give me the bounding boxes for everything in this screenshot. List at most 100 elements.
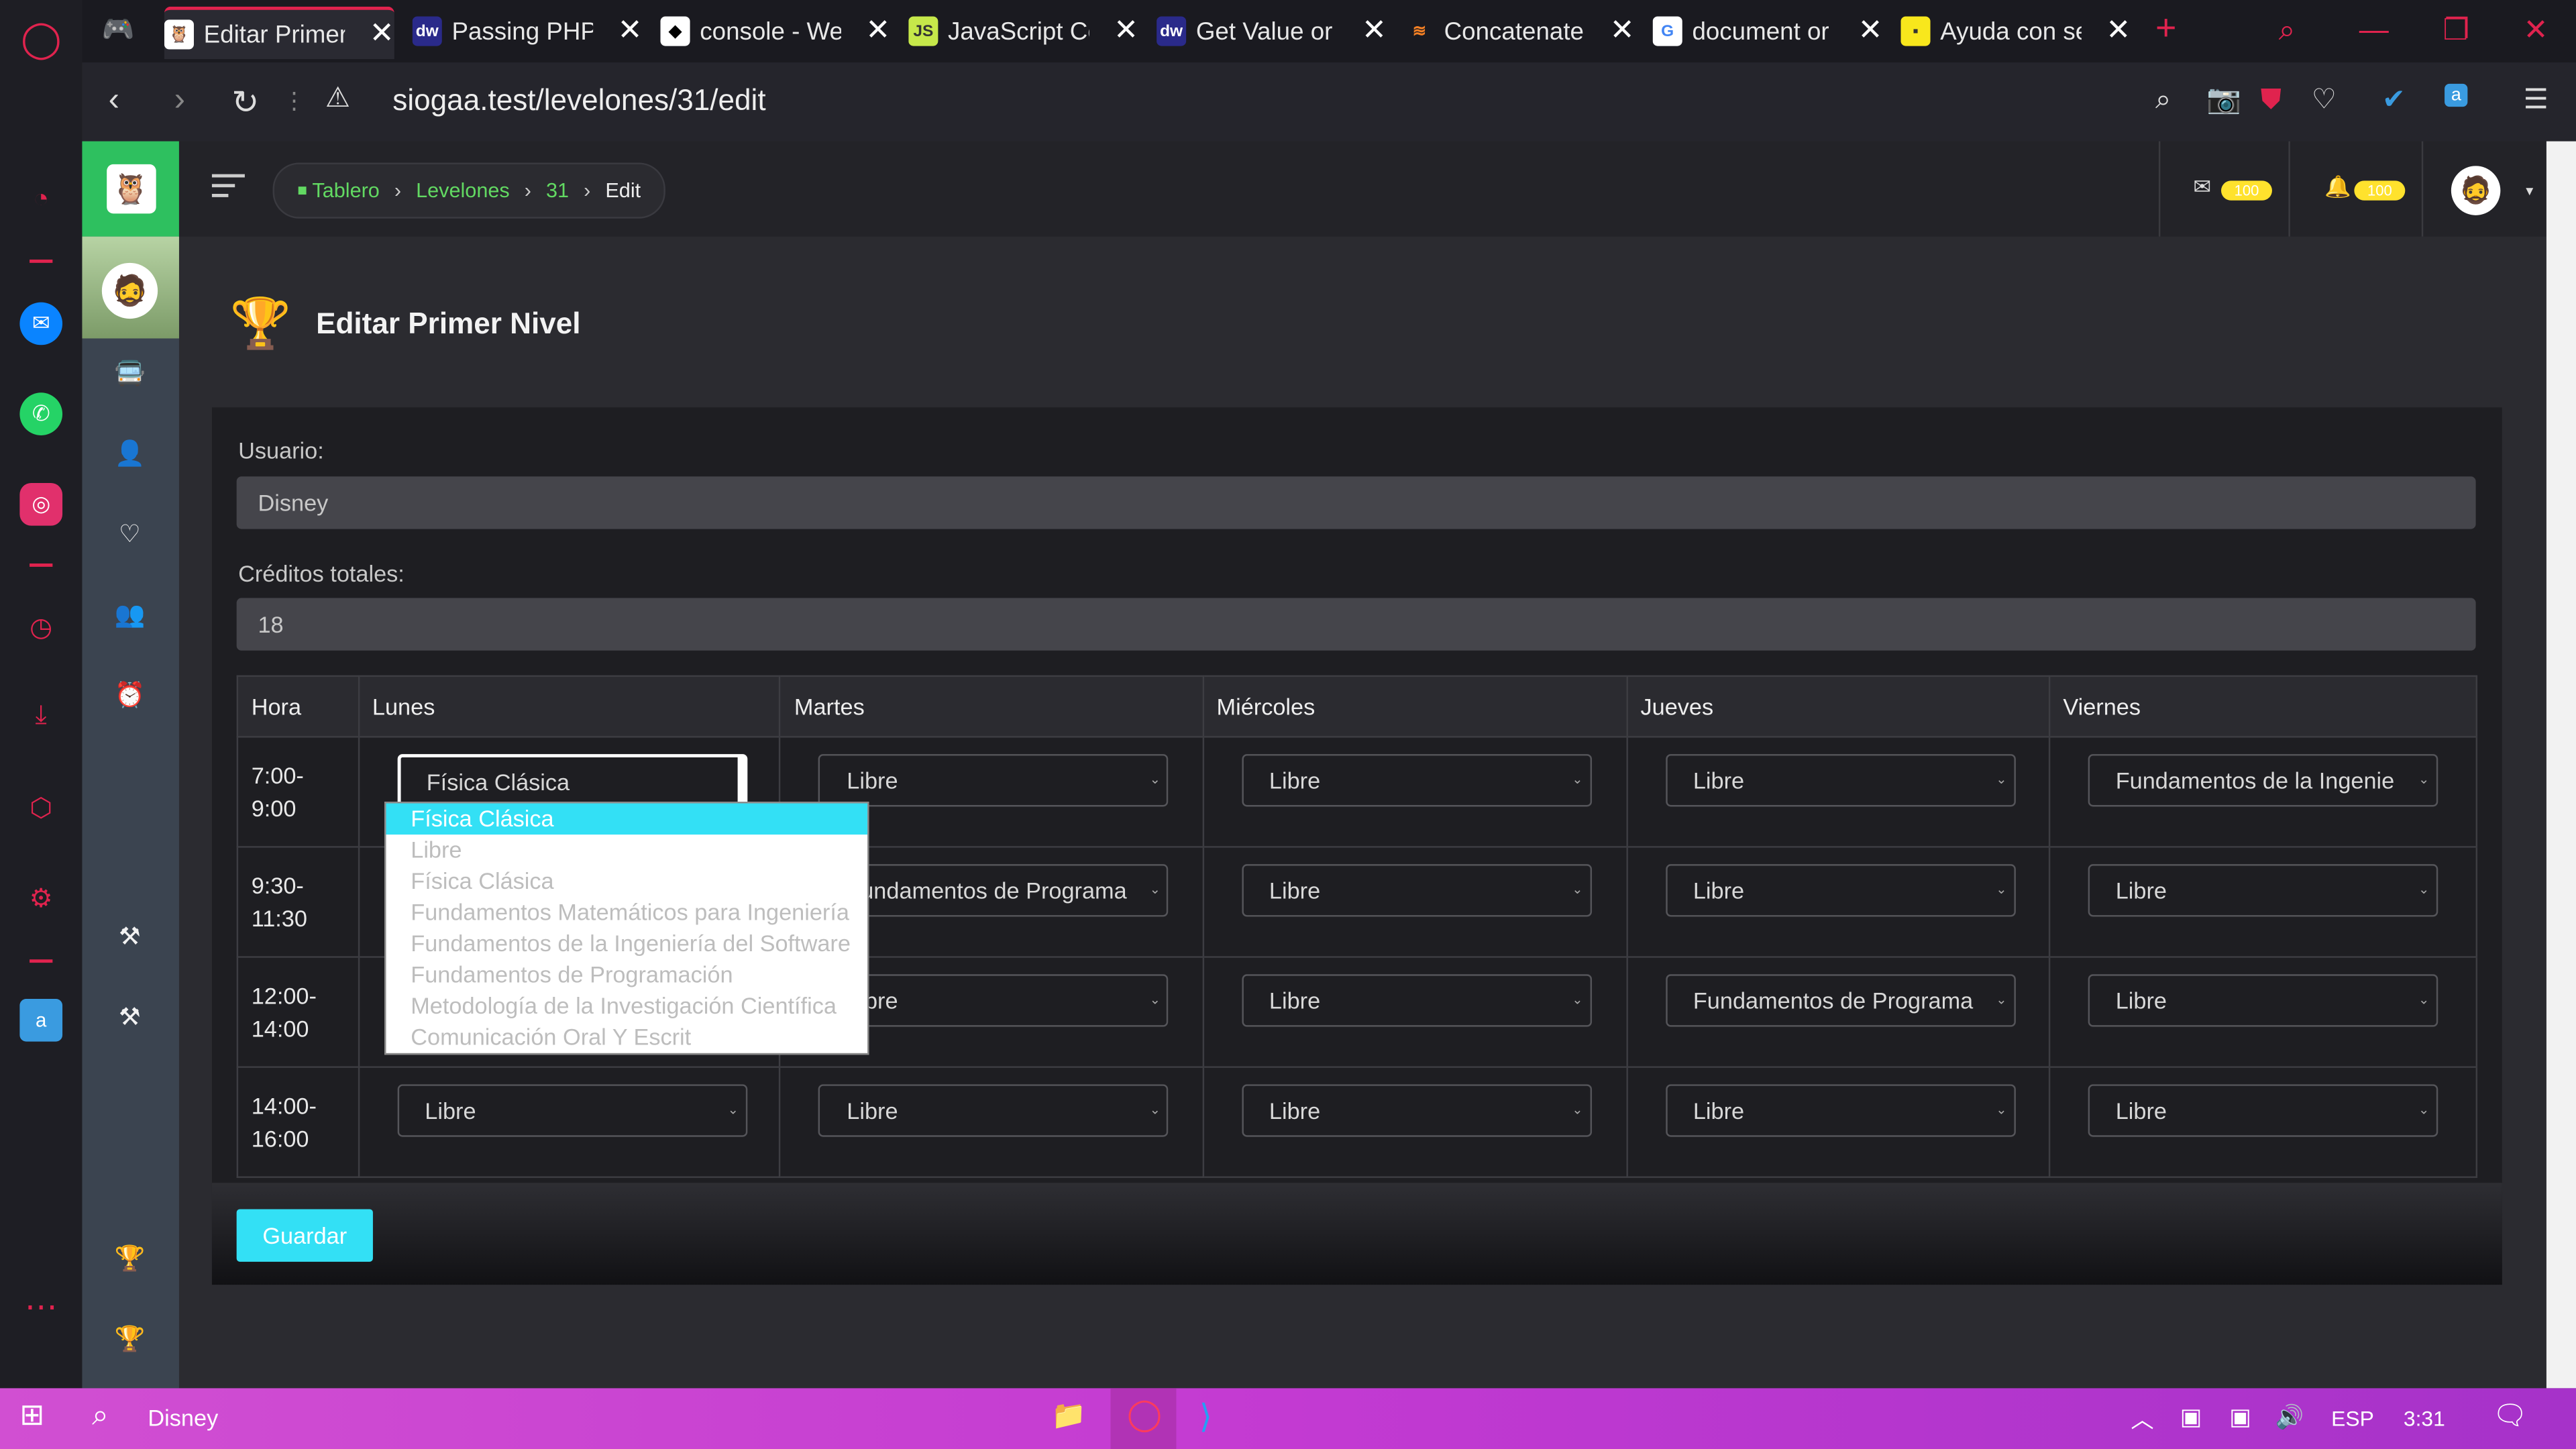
dropdown-option[interactable]: Física Clásica <box>386 866 868 898</box>
more-icon[interactable]: ⋯ <box>19 1285 62 1328</box>
volume-icon[interactable]: 🔊 <box>2275 1403 2304 1431</box>
more-dots-icon[interactable]: ⋮ <box>282 87 305 115</box>
camera-icon[interactable]: 📷 <box>2206 84 2241 117</box>
alarm-icon[interactable]: ⏰ <box>113 678 146 711</box>
course-select[interactable]: Libre ⌄ <box>1241 1084 1591 1137</box>
course-select[interactable]: Fundamentos de la Ingenie ⌄ <box>2088 754 2438 807</box>
file-explorer-icon[interactable]: 📁 <box>1051 1400 1086 1433</box>
course-select[interactable]: Libre ⌄ <box>2088 864 2438 917</box>
dropdown-option[interactable]: Comunicación Oral Y Escrit <box>386 1022 868 1053</box>
course-select[interactable]: Libre ⌄ <box>818 1084 1169 1137</box>
history-icon[interactable]: ◷ <box>19 606 62 649</box>
app-logo[interactable]: 🦉 <box>82 141 179 237</box>
back-icon[interactable]: ‹ <box>109 82 119 119</box>
url-field[interactable]: siogaa.test/levelones/31/edit <box>392 84 765 118</box>
restore-icon[interactable]: ❐ <box>2443 13 2470 48</box>
breadcrumb-item[interactable]: Levelones <box>416 179 510 202</box>
tab-close-icon[interactable]: ✕ <box>2106 13 2131 48</box>
taskbar-search-input[interactable]: Disney <box>148 1405 218 1431</box>
whatsapp-icon[interactable]: ✆ <box>19 392 63 435</box>
browser-tab[interactable]: dw Get Value or ✕ <box>1157 7 1387 56</box>
chevron-up-icon[interactable]: ︿ <box>2131 1403 2153 1436</box>
search-icon[interactable]: ⌕ <box>92 1398 109 1432</box>
course-select[interactable]: Libre ⌄ <box>1241 754 1591 807</box>
minimize-icon[interactable]: — <box>2359 13 2389 48</box>
course-select[interactable]: Libre ⌄ <box>1665 1084 2015 1137</box>
users-icon[interactable]: 👥 <box>113 598 146 631</box>
heart-icon[interactable]: ♡ <box>2312 84 2337 117</box>
breadcrumb-item[interactable]: Tablero <box>312 179 379 202</box>
windows-start-icon[interactable]: ⊞ <box>19 1398 44 1432</box>
tab-close-icon[interactable]: ✕ <box>1858 13 1883 48</box>
dropdown-option[interactable]: Fundamentos de la Ingeniería del Softwar… <box>386 928 868 960</box>
instagram-icon[interactable]: ◎ <box>19 483 63 526</box>
browser-tab[interactable]: ▪ Ayuda con se ✕ <box>1900 7 2131 56</box>
browser-tab[interactable]: ≋ Concatenate ✕ <box>1405 7 1635 56</box>
downloads-icon[interactable]: ⤓ <box>19 695 62 738</box>
new-tab-plus-icon[interactable]: + <box>2155 7 2176 50</box>
tab-close-icon[interactable]: ✕ <box>1610 13 1635 48</box>
browser-tab[interactable]: dw Passing PHP ✕ <box>412 7 643 56</box>
tab-close-icon[interactable]: ✕ <box>865 13 890 48</box>
course-select[interactable]: Libre ⌄ <box>2088 974 2438 1027</box>
forward-icon[interactable]: › <box>174 82 185 119</box>
browser-tab[interactable]: Gdocument or ✕ <box>1652 7 1883 56</box>
course-select[interactable]: Física Clásica <box>396 754 747 807</box>
course-select[interactable]: Libre ⌄ <box>1241 974 1591 1027</box>
tray-app-icon[interactable]: ▣ <box>2180 1403 2202 1431</box>
scrollbar[interactable] <box>2546 141 2576 1389</box>
chat-heart-icon[interactable]: ♡ <box>113 517 146 550</box>
bus-icon[interactable]: 🚍 <box>113 356 146 389</box>
course-select[interactable]: Libre ⌄ <box>1665 754 2015 807</box>
trophy-icon[interactable]: 🏆 <box>113 1322 146 1355</box>
tab-close-icon[interactable]: ✕ <box>1114 13 1138 48</box>
user-icon[interactable]: 👤 <box>113 437 146 470</box>
dropdown-option[interactable]: Libre <box>386 835 868 866</box>
translate-extension-icon[interactable]: a <box>2445 83 2468 107</box>
course-select[interactable]: Libre ⌄ <box>1241 864 1591 917</box>
dropdown-option[interactable]: Física Clásica <box>386 803 868 835</box>
user-avatar[interactable]: 🧔 <box>2451 166 2501 215</box>
course-dropdown-list[interactable]: Física Clásica Libre Física Clásica Fundame… <box>384 802 869 1055</box>
search-tabs-icon[interactable]: ⌕ <box>2279 13 2296 48</box>
translate-icon[interactable]: a <box>19 998 63 1042</box>
course-select[interactable]: Libre ⌄ <box>818 974 1169 1027</box>
reload-icon[interactable]: ↻ <box>231 82 259 123</box>
dropdown-option[interactable]: Metodología de la Investigación Científi… <box>386 991 868 1022</box>
notifications-icon[interactable]: 🗨 <box>2492 1400 2528 1433</box>
bell-icon[interactable]: 🔔 <box>2324 174 2351 201</box>
tab-close-icon[interactable]: ✕ <box>370 16 394 50</box>
messenger-icon[interactable]: ✉ <box>19 302 63 345</box>
tools-icon[interactable]: ⚒ <box>113 920 146 953</box>
mail-icon[interactable]: ✉ <box>2193 174 2211 201</box>
zoom-search-icon[interactable]: ⌕ <box>2155 84 2171 117</box>
trophy-icon[interactable]: 🏆 <box>113 1242 146 1275</box>
clock[interactable]: 3:31 <box>2404 1406 2445 1431</box>
caret-down-icon[interactable]: ▾ <box>2526 182 2533 201</box>
sidebar-avatar[interactable]: 🧔 <box>101 262 158 319</box>
tray-app-icon[interactable]: ▣ <box>2229 1403 2251 1431</box>
course-select[interactable]: Libre ⌄ <box>396 1084 747 1137</box>
browser-tab[interactable]: 🦉 Editar Primer ✕ <box>164 6 394 60</box>
opera-logo-icon[interactable]: ◯ <box>19 18 62 61</box>
course-select[interactable]: Libre ⌄ <box>1665 864 2015 917</box>
language-indicator[interactable]: ESP <box>2331 1406 2374 1431</box>
easy-setup-icon[interactable]: ☰ <box>2524 84 2548 117</box>
menu-toggle-icon[interactable] <box>211 174 245 204</box>
course-select[interactable]: Fundamentos de Programa ⌄ <box>1665 974 2015 1027</box>
creditos-field[interactable]: 18 <box>236 598 2476 651</box>
tab-close-icon[interactable]: ✕ <box>618 13 643 48</box>
usuario-field[interactable]: Disney <box>236 476 2476 529</box>
speed-dial-icon[interactable]: ◔ <box>19 179 62 222</box>
gamepad-icon[interactable]: 🎮 <box>102 13 135 46</box>
settings-gear-icon[interactable]: ⚙ <box>19 877 62 920</box>
tab-close-icon[interactable]: ✕ <box>1362 13 1387 48</box>
vscode-icon[interactable]: ⟩ <box>1199 1397 1212 1438</box>
shield-icon[interactable]: ⛊ <box>2261 84 2282 117</box>
extension-icon[interactable]: ✔ <box>2382 84 2406 117</box>
dropdown-option[interactable]: Fundamentos Matemáticos para Ingeniería <box>386 897 868 928</box>
tools-icon[interactable]: ⚒ <box>113 1000 146 1033</box>
course-select[interactable]: Fundamentos de Programa ⌄ <box>818 864 1169 917</box>
extensions-cube-icon[interactable]: ⬡ <box>19 787 62 830</box>
course-select[interactable]: Libre ⌄ <box>818 754 1169 807</box>
